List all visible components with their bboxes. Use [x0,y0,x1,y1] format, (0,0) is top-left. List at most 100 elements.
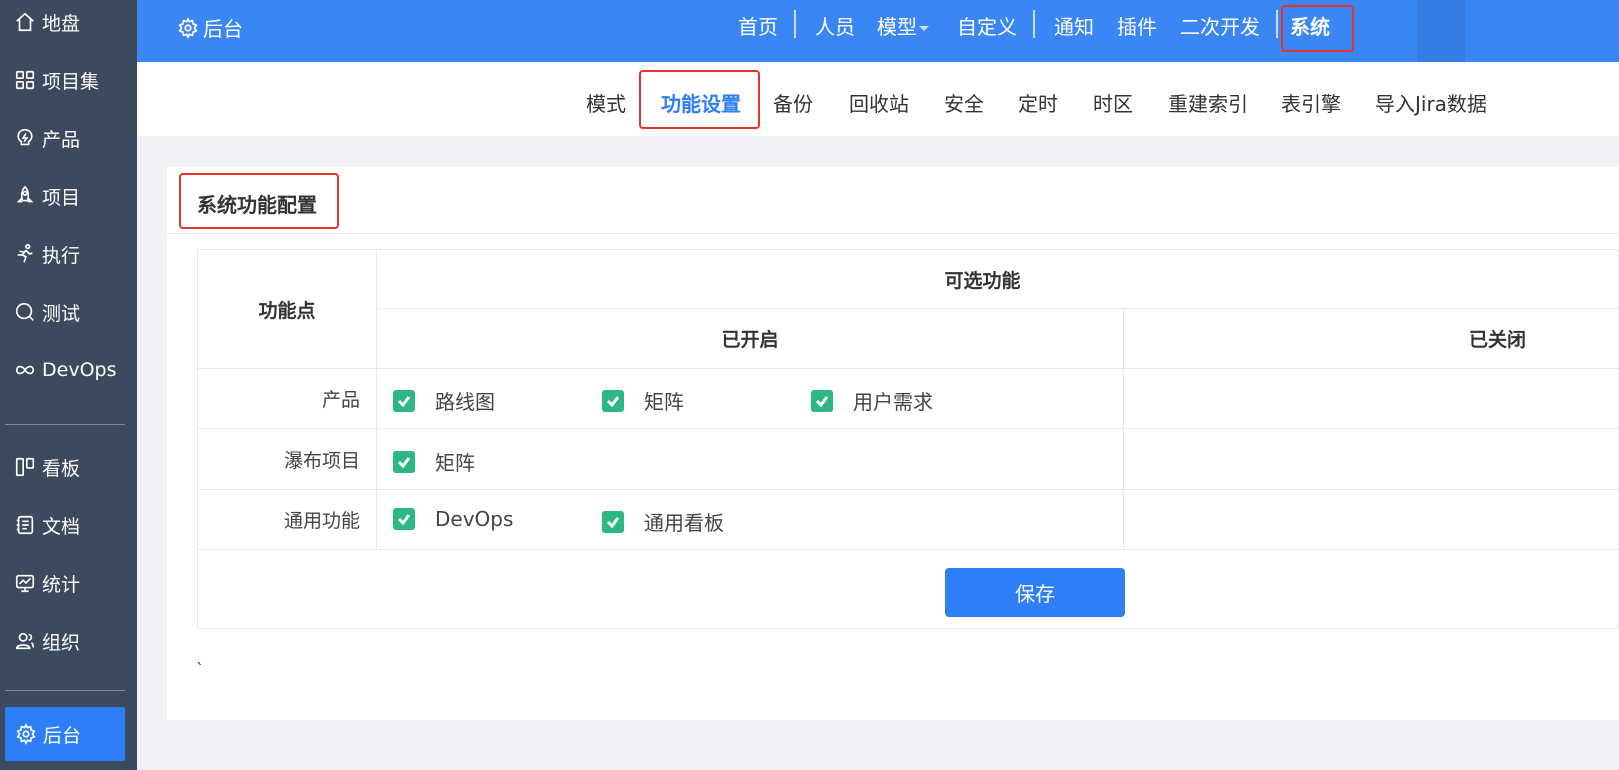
topnav-plugins[interactable]: 插件 [1117,11,1157,40]
checkbox-product-user-requirement[interactable]: 用户需求 [811,386,933,415]
checkbox-checked-icon [393,450,415,473]
checkbox-checked-icon [602,510,624,533]
subtab-table-engine[interactable]: 表引擎 [1281,88,1341,117]
topnav-model-label: 模型 [877,15,917,39]
header-feature-point: 功能点 [197,249,377,369]
infinity-icon [14,359,36,381]
option-label: 用户需求 [853,390,933,414]
sidebar-item-admin[interactable]: 后台 [5,707,125,761]
checkbox-common-devops[interactable]: DevOps [393,507,513,531]
topnav-notify[interactable]: 通知 [1054,11,1094,40]
running-icon [14,243,36,265]
monitor-icon [14,572,36,594]
rocket-icon [14,185,36,207]
sidebar-item-label: 看板 [42,457,81,480]
lightbulb-icon [14,127,36,149]
sidebar-item-label: DevOps [42,359,117,381]
subtab-import-jira[interactable]: 导入Jira数据 [1375,88,1487,117]
topnav-system[interactable]: 系统 [1290,11,1330,40]
subtab-backup[interactable]: 备份 [773,88,813,117]
subtab-cron[interactable]: 定时 [1018,88,1058,117]
topnav-divider [1033,10,1035,38]
save-button[interactable]: 保存 [945,568,1125,617]
checkbox-checked-icon [602,389,624,412]
sidebar-item-label: 组织 [42,631,81,654]
sidebar-item-label: 地盘 [42,12,81,35]
sidebar-item-execution[interactable]: 执行 [0,228,137,280]
sidebar: 地盘 项目集 产品 项目 执行 测试 DevOps 看板 文档 统计 组织 后台 [0,0,137,770]
topbar-brand-label: 后台 [203,17,243,41]
topnav-divider [1276,10,1278,38]
subtab-trash[interactable]: 回收站 [849,88,909,117]
checkbox-checked-icon [393,508,415,530]
gear-icon [15,723,37,745]
grid-icon [14,69,36,91]
sidebar-item-label: 统计 [42,573,81,596]
checkbox-waterfall-matrix[interactable]: 矩阵 [393,447,475,476]
table-footer-row [197,549,1619,629]
magnifier-icon [14,301,36,323]
row-label-waterfall: 瀑布项目 [197,428,377,490]
row-disabled-common [1123,489,1619,550]
sidebar-item-home[interactable]: 地盘 [0,0,137,48]
topnav-model[interactable]: 模型 [877,11,929,40]
sidebar-item-label: 项目集 [42,70,100,93]
sidebar-item-label: 项目 [42,186,81,209]
sidebar-item-project[interactable]: 项目 [0,170,137,222]
sidebar-item-doc[interactable]: 文档 [0,499,137,551]
sidebar-item-program[interactable]: 项目集 [0,54,137,106]
card-title: 系统功能配置 [197,193,317,217]
topnav-home[interactable]: 首页 [738,11,778,40]
sidebar-item-label: 产品 [42,128,81,151]
people-icon [14,630,36,652]
topnav-divider [794,10,796,38]
subtab-security[interactable]: 安全 [944,88,984,117]
card-divider [167,233,1619,234]
option-label: 通用看板 [644,511,724,535]
row-disabled-waterfall [1123,428,1619,490]
row-label-product: 产品 [197,368,377,429]
sidebar-item-org[interactable]: 组织 [0,615,137,667]
sidebar-item-product[interactable]: 产品 [0,112,137,164]
sidebar-divider [5,424,125,425]
row-disabled-product [1123,368,1619,429]
header-enabled: 已开启 [376,308,1124,369]
document-icon [14,514,36,536]
topnav-users[interactable]: 人员 [815,11,855,40]
sub-navbar: 模式 功能设置 备份 回收站 安全 定时 时区 重建索引 表引擎 导入Jira数… [137,62,1619,136]
row-label-common: 通用功能 [197,489,377,550]
subtab-features[interactable]: 功能设置 [661,88,741,117]
subtab-rebuild-index[interactable]: 重建索引 [1168,88,1248,117]
sidebar-item-label: 测试 [42,302,81,325]
checkbox-checked-icon [811,389,833,412]
kanban-icon [14,456,36,478]
option-label: DevOps [435,507,514,531]
option-label: 路线图 [435,390,495,414]
header-disabled: 已关闭 [1123,308,1619,369]
home-icon [14,11,36,33]
checkbox-checked-icon [393,389,415,412]
option-label: 矩阵 [644,390,684,414]
top-navbar: 后台 首页 人员 模型 自定义 通知 插件 二次开发 系统 [137,0,1619,62]
header-optional-label: 可选功能 [944,269,1021,292]
checkbox-product-matrix[interactable]: 矩阵 [602,386,684,415]
option-label: 矩阵 [435,451,475,475]
sidebar-item-test[interactable]: 测试 [0,286,137,338]
feature-config-card: 系统功能配置 功能点 可选功能 已开启 已关闭 产品 瀑布项目 通用功能 路线图… [167,167,1619,720]
chevron-down-icon [919,26,929,31]
gear-icon [178,16,198,39]
checkbox-common-kanban[interactable]: 通用看板 [602,507,724,536]
topnav-custom[interactable]: 自定义 [957,11,1017,40]
subtab-mode[interactable]: 模式 [586,88,626,117]
sidebar-item-label: 文档 [42,515,81,538]
subtab-timezone[interactable]: 时区 [1093,88,1133,117]
checkbox-product-roadmap[interactable]: 路线图 [393,386,495,415]
sidebar-divider [5,690,125,691]
active-nav-background [1417,0,1465,62]
sidebar-item-kanban[interactable]: 看板 [0,441,137,493]
topbar-brand[interactable]: 后台 [177,13,243,42]
sidebar-item-label: 后台 [43,724,82,747]
sidebar-item-stats[interactable]: 统计 [0,557,137,609]
topnav-secondary-dev[interactable]: 二次开发 [1180,11,1260,40]
sidebar-item-devops[interactable]: DevOps [0,344,137,396]
